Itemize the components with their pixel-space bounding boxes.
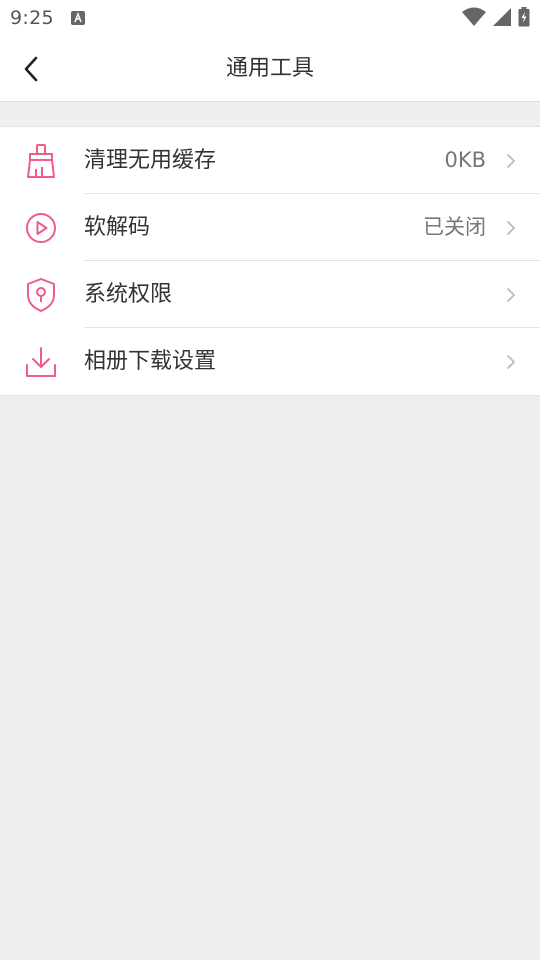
chevron-right-icon xyxy=(507,153,515,168)
item-label: 系统权限 xyxy=(84,282,173,307)
play-circle-icon xyxy=(24,211,58,245)
wifi-icon xyxy=(462,7,486,26)
status-bar: 9:25 xyxy=(0,0,540,36)
shield-lock-icon xyxy=(24,277,58,312)
item-value: 已关闭 xyxy=(423,215,486,239)
soft-decode-item[interactable]: 软解码 已关闭 xyxy=(0,194,540,261)
chevron-right-icon xyxy=(507,287,515,302)
status-time: 9:25 xyxy=(10,7,54,29)
battery-charging-icon xyxy=(518,7,530,27)
chevron-right-icon xyxy=(507,354,515,369)
item-label: 相册下载设置 xyxy=(84,349,217,374)
navigation-bar: 通用工具 xyxy=(0,36,540,102)
item-label: 软解码 xyxy=(84,215,151,240)
a-notification-icon xyxy=(71,11,85,25)
page-title: 通用工具 xyxy=(225,56,314,81)
screen: 9:25 通用工具 清理无用缓存 0KB 软解码 已关闭 系统权限 相册下载设置 xyxy=(0,0,540,960)
chevron-right-icon xyxy=(507,220,515,235)
download-icon xyxy=(24,345,58,379)
status-icons xyxy=(462,7,530,27)
system-permission-item[interactable]: 系统权限 xyxy=(0,261,540,328)
settings-list: 清理无用缓存 0KB 软解码 已关闭 系统权限 相册下载设置 xyxy=(0,126,540,396)
cellular-signal-icon xyxy=(493,8,511,26)
album-download-settings-item[interactable]: 相册下载设置 xyxy=(0,328,540,395)
item-label: 清理无用缓存 xyxy=(84,148,217,173)
item-value: 0KB xyxy=(444,148,486,172)
broom-icon xyxy=(24,143,58,178)
clear-cache-item[interactable]: 清理无用缓存 0KB xyxy=(0,127,540,194)
